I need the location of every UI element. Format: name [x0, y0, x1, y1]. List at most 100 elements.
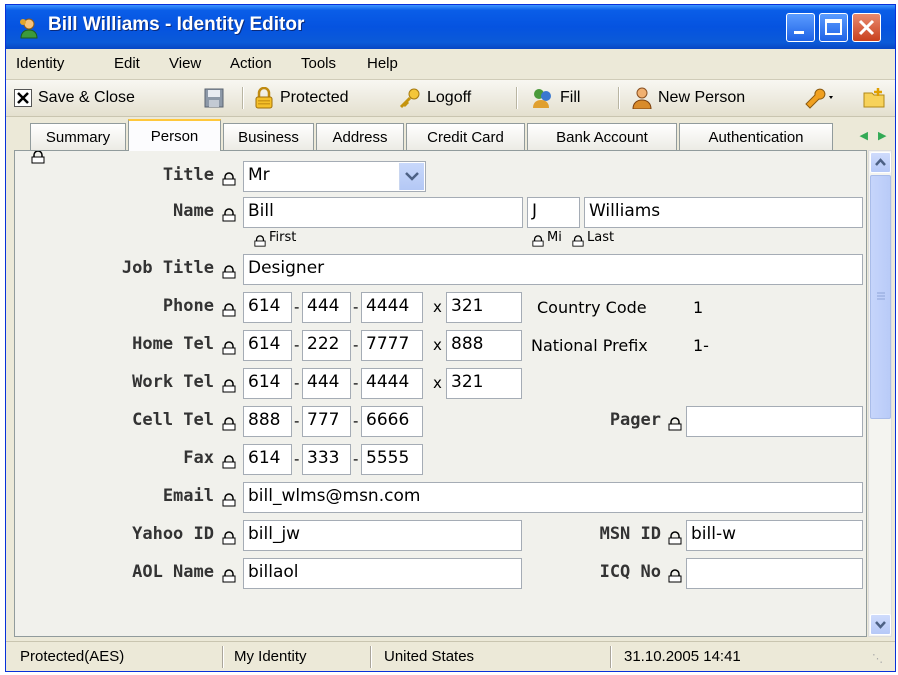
national-prefix-value: 1- — [693, 336, 709, 355]
lock-icon[interactable] — [222, 416, 236, 435]
email-input[interactable]: bill_wlms@msn.com — [243, 482, 863, 513]
lock-icon[interactable] — [222, 340, 236, 359]
cell-tel-area-input[interactable]: 888 — [243, 406, 292, 437]
icq-no-input[interactable] — [686, 558, 863, 589]
phone-ext-input[interactable]: 321 — [446, 292, 522, 323]
home-tel-ext-input[interactable]: 888 — [446, 330, 522, 361]
lock-icon[interactable] — [222, 207, 236, 226]
last-name-input[interactable]: Williams — [584, 197, 863, 228]
work-tel-line-input[interactable]: 4444 — [361, 368, 423, 399]
aol-name-input[interactable]: billaol — [243, 558, 522, 589]
job-title-input[interactable]: Designer — [243, 254, 863, 285]
lock-icon[interactable] — [254, 232, 266, 251]
lock-icon[interactable] — [222, 302, 236, 321]
work-tel-area-input[interactable]: 614 — [243, 368, 292, 399]
work-tel-ext-input[interactable]: 321 — [446, 368, 522, 399]
lock-icon[interactable] — [222, 171, 236, 190]
maximize-button[interactable] — [819, 13, 848, 42]
lock-icon[interactable] — [222, 492, 236, 511]
title-bar[interactable]: Bill Williams - Identity Editor — [6, 5, 895, 49]
wrench-dropdown-icon — [805, 88, 833, 109]
middle-initial-input[interactable]: J — [527, 197, 580, 228]
scroll-up-button[interactable] — [870, 152, 891, 173]
toolbar: Save & Close Protected Logoff Fill New P… — [6, 80, 895, 117]
tab-scroll-right-icon[interactable]: ▶ — [878, 129, 886, 142]
protected-label: Protected — [280, 89, 349, 106]
chevron-down-icon — [875, 621, 886, 629]
fill-button[interactable]: Fill — [530, 84, 580, 112]
lock-icon[interactable] — [668, 416, 682, 435]
title-select[interactable]: Mr — [243, 161, 426, 192]
phone-area-input[interactable]: 614 — [243, 292, 292, 323]
tools-dropdown-button[interactable] — [803, 84, 843, 112]
cell-tel-label: Cell Tel — [132, 410, 214, 430]
last-caption: Last — [587, 230, 615, 245]
extension-marker: x — [433, 336, 442, 354]
home-tel-prefix-input[interactable]: 222 — [302, 330, 351, 361]
scroll-down-button[interactable] — [870, 614, 891, 635]
title-label: Title — [162, 165, 214, 185]
menu-view[interactable]: View — [169, 55, 201, 72]
yahoo-id-input[interactable]: bill_jw — [243, 520, 522, 551]
first-name-input[interactable]: Bill — [243, 197, 523, 228]
cell-tel-prefix-input[interactable]: 777 — [302, 406, 351, 437]
scroll-thumb[interactable] — [870, 175, 891, 419]
person-icon — [632, 87, 652, 109]
lock-icon[interactable] — [31, 151, 45, 168]
tab-scroll-left-icon[interactable]: ◀ — [860, 129, 868, 142]
lock-icon[interactable] — [668, 568, 682, 587]
new-person-button[interactable]: New Person — [632, 84, 745, 112]
work-tel-label: Work Tel — [132, 372, 214, 392]
save-button[interactable] — [204, 84, 230, 112]
tab-strip: Summary Person Business Address Credit C… — [6, 117, 895, 151]
msn-id-label: MSN ID — [599, 524, 661, 544]
lock-icon[interactable] — [222, 454, 236, 473]
fax-line-input[interactable]: 5555 — [361, 444, 423, 475]
home-tel-line-input[interactable]: 7777 — [361, 330, 423, 361]
lock-icon[interactable] — [222, 530, 236, 549]
country-code-value: 1 — [693, 298, 704, 317]
icq-no-label: ICQ No — [599, 562, 661, 582]
pager-input[interactable] — [686, 406, 863, 437]
resize-grip-icon[interactable]: ⋱ — [872, 652, 883, 665]
tab-business[interactable]: Business — [223, 123, 314, 150]
work-tel-prefix-input[interactable]: 444 — [302, 368, 351, 399]
close-button[interactable] — [852, 13, 881, 42]
phone-line-input[interactable]: 4444 — [361, 292, 423, 323]
lock-icon[interactable] — [572, 232, 584, 251]
lock-icon[interactable] — [668, 530, 682, 549]
minimize-button[interactable] — [786, 13, 815, 42]
lock-icon[interactable] — [222, 568, 236, 587]
person-form: Title Mr Name Bill J Williams First Mi L… — [14, 150, 867, 637]
lock-icon[interactable] — [222, 378, 236, 397]
tab-summary[interactable]: Summary — [30, 123, 126, 150]
tab-address[interactable]: Address — [316, 123, 404, 150]
first-caption: First — [269, 230, 297, 245]
menu-identity[interactable]: Identity — [16, 55, 64, 72]
email-label: Email — [162, 486, 214, 506]
tab-person[interactable]: Person — [128, 119, 221, 151]
home-tel-label: Home Tel — [132, 334, 214, 354]
tab-authentication[interactable]: Authentication — [679, 123, 833, 150]
lock-icon[interactable] — [222, 264, 236, 283]
fax-prefix-input[interactable]: 333 — [302, 444, 351, 475]
national-prefix-label: National Prefix — [531, 336, 648, 355]
logoff-button[interactable]: Logoff — [399, 84, 471, 112]
vertical-scrollbar[interactable] — [868, 150, 892, 637]
menu-edit[interactable]: Edit — [114, 55, 140, 72]
menu-tools[interactable]: Tools — [301, 55, 336, 72]
fax-area-input[interactable]: 614 — [243, 444, 292, 475]
home-tel-area-input[interactable]: 614 — [243, 330, 292, 361]
lock-icon[interactable] — [532, 232, 544, 251]
tab-credit-card[interactable]: Credit Card — [406, 123, 525, 150]
phone-prefix-input[interactable]: 444 — [302, 292, 351, 323]
tab-bank-account[interactable]: Bank Account — [527, 123, 677, 150]
cell-tel-line-input[interactable]: 6666 — [361, 406, 423, 437]
protected-button[interactable]: Protected — [254, 84, 348, 112]
menu-help[interactable]: Help — [367, 55, 398, 72]
chevron-down-icon[interactable] — [399, 163, 424, 190]
save-close-button[interactable]: Save & Close — [14, 84, 135, 112]
menu-action[interactable]: Action — [230, 55, 272, 72]
new-folder-button[interactable] — [862, 84, 892, 112]
msn-id-input[interactable]: bill-w — [686, 520, 863, 551]
